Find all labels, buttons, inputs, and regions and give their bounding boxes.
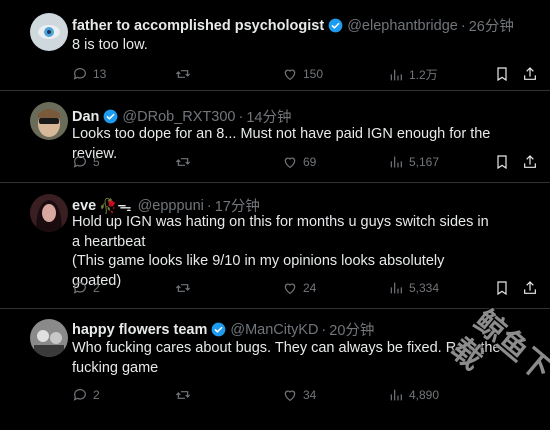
display-name[interactable]: Dan bbox=[72, 109, 99, 125]
views-button[interactable]: 1.2万 bbox=[388, 66, 438, 83]
share-icon bbox=[524, 155, 536, 168]
like-button[interactable]: 69 bbox=[282, 154, 316, 170]
reply-button[interactable]: 5 bbox=[72, 154, 100, 170]
retweet-button[interactable] bbox=[175, 66, 191, 82]
views-button[interactable]: 4,890 bbox=[388, 387, 439, 403]
reply-icon bbox=[73, 389, 86, 401]
views-button[interactable]: 5,167 bbox=[388, 154, 439, 170]
share-button[interactable] bbox=[522, 280, 538, 299]
reply-icon bbox=[73, 68, 86, 80]
separator-dot: · bbox=[321, 321, 327, 338]
share-button[interactable] bbox=[522, 66, 538, 85]
display-name[interactable]: eve bbox=[72, 198, 96, 214]
like-button[interactable]: 34 bbox=[282, 387, 316, 403]
views-icon bbox=[390, 69, 402, 80]
tweet[interactable]: Dan @DRob_RXT300 · 14分钟 Looks too dope f… bbox=[0, 90, 550, 183]
action-bar: 2 34 4,890 bbox=[72, 387, 522, 403]
view-count: 5,334 bbox=[409, 281, 440, 295]
verified-badge-icon bbox=[328, 18, 343, 33]
avatar[interactable] bbox=[30, 102, 68, 140]
handle[interactable]: @elephantbridge bbox=[347, 18, 458, 34]
heart-icon bbox=[284, 390, 296, 402]
reply-count: 2 bbox=[93, 281, 100, 295]
bookmark-button[interactable] bbox=[494, 154, 510, 173]
timestamp[interactable]: 14分钟 bbox=[246, 106, 291, 127]
views-button[interactable]: 5,334 bbox=[388, 280, 439, 296]
display-name[interactable]: father to accomplished psychologist bbox=[72, 18, 324, 34]
reply-count: 13 bbox=[93, 67, 107, 81]
display-name[interactable]: happy flowers team bbox=[72, 322, 207, 338]
heart-icon bbox=[284, 283, 296, 295]
like-count: 69 bbox=[303, 155, 317, 169]
bookmark-icon bbox=[497, 281, 507, 296]
share-button[interactable] bbox=[522, 154, 538, 173]
tweet-text: 8 is too low. bbox=[72, 37, 148, 53]
verified-badge-icon bbox=[104, 109, 118, 124]
verified-badge-icon bbox=[212, 322, 226, 337]
avatar[interactable] bbox=[30, 13, 68, 51]
action-bar: 5 69 5,167 bbox=[72, 154, 536, 173]
like-count: 34 bbox=[303, 388, 317, 402]
reply-button[interactable]: 2 bbox=[72, 280, 100, 296]
retweet-icon bbox=[175, 284, 191, 292]
retweet-button[interactable] bbox=[175, 154, 191, 170]
views-icon bbox=[390, 282, 402, 294]
tweet[interactable]: eve 🥀ᯓ @epppuni · 17分钟 Hold up IGN was h… bbox=[0, 182, 550, 309]
share-icon bbox=[524, 67, 536, 80]
separator-dot: · bbox=[238, 108, 244, 125]
tweet-text: Who fucking cares about bugs. They can a… bbox=[72, 340, 501, 376]
bookmark-button[interactable] bbox=[494, 280, 510, 299]
tweet[interactable]: happy flowers team @ManCityKD · 20分钟 Who… bbox=[0, 308, 550, 413]
like-button[interactable]: 150 bbox=[282, 66, 323, 82]
action-bar: 2 24 5,334 bbox=[72, 280, 536, 299]
heart-icon bbox=[284, 157, 296, 169]
reply-button[interactable]: 13 bbox=[72, 66, 106, 82]
tweet[interactable]: father to accomplished psychologist @ele… bbox=[0, 0, 550, 91]
handle[interactable]: @epppuni bbox=[138, 198, 204, 214]
separator-dot: · bbox=[460, 17, 466, 34]
bookmark-icon bbox=[497, 155, 507, 170]
view-count: 1.2万 bbox=[409, 68, 438, 82]
handle[interactable]: @ManCityKD bbox=[230, 322, 318, 338]
heart-icon bbox=[284, 69, 296, 81]
like-button[interactable]: 24 bbox=[282, 280, 316, 296]
avatar[interactable] bbox=[30, 194, 68, 232]
views-icon bbox=[390, 389, 402, 401]
timestamp[interactable]: 26分钟 bbox=[469, 15, 514, 36]
reply-button[interactable]: 2 bbox=[72, 387, 100, 403]
like-count: 150 bbox=[303, 67, 324, 81]
handle[interactable]: @DRob_RXT300 bbox=[122, 109, 235, 125]
retweet-button[interactable] bbox=[175, 387, 191, 403]
bookmark-button[interactable] bbox=[494, 66, 510, 85]
action-bar: 13 150 1.2万 bbox=[72, 66, 536, 85]
bookmark-icon bbox=[497, 67, 507, 82]
reply-count: 5 bbox=[93, 155, 100, 169]
reply-icon bbox=[73, 282, 86, 294]
retweet-icon bbox=[175, 70, 191, 78]
view-count: 5,167 bbox=[409, 155, 440, 169]
timestamp[interactable]: 20分钟 bbox=[329, 319, 374, 340]
separator-dot: · bbox=[206, 197, 212, 214]
reply-icon bbox=[73, 156, 86, 168]
view-count: 4,890 bbox=[409, 388, 440, 402]
views-icon bbox=[390, 156, 402, 168]
retweet-button[interactable] bbox=[175, 280, 191, 296]
share-icon bbox=[524, 281, 536, 294]
retweet-icon bbox=[175, 158, 191, 166]
avatar[interactable] bbox=[30, 319, 68, 357]
retweet-icon bbox=[175, 391, 191, 399]
reply-count: 2 bbox=[93, 388, 100, 402]
like-count: 24 bbox=[303, 281, 317, 295]
